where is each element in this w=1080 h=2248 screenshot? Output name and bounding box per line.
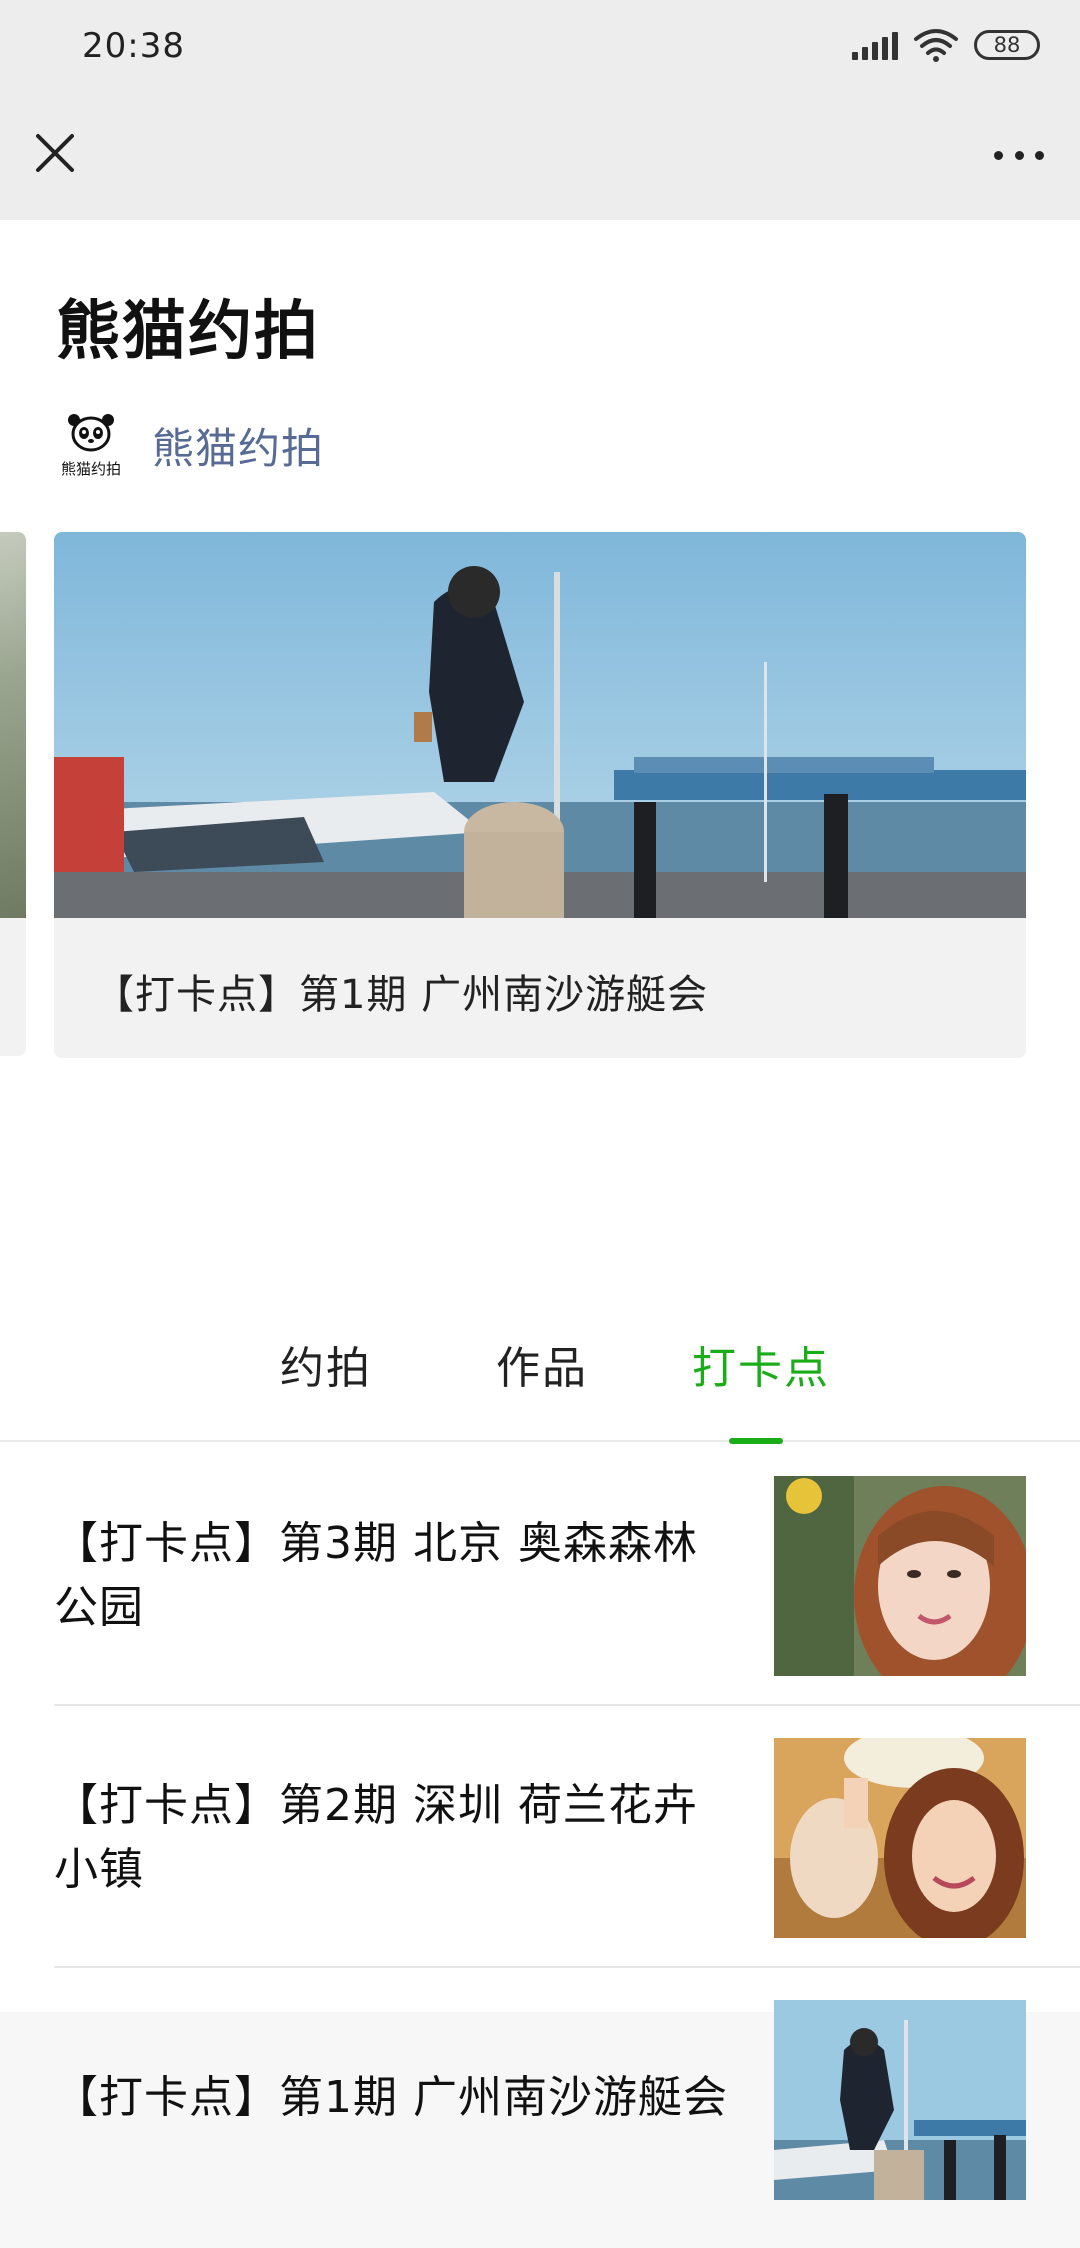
- list-item-thumbnail: [774, 1476, 1026, 1676]
- wifi-icon: [914, 29, 958, 62]
- status-time: 20:38: [82, 26, 185, 66]
- signal-icon: [852, 30, 898, 60]
- tab-bar: 约拍 作品 打卡点: [0, 1272, 1080, 1444]
- list-item-title: 【打卡点】第3期 北京 奥森森林公园: [54, 1518, 698, 1633]
- account-name: 熊猫约拍: [152, 423, 325, 473]
- tab-checkin-spots[interactable]: 打卡点: [692, 1332, 830, 1396]
- featured-card-caption: 【打卡点】第1期 广州南沙游艇会: [94, 972, 709, 1018]
- list-item-thumbnail: [774, 1738, 1026, 1938]
- tab-appointments[interactable]: 约拍: [280, 1332, 372, 1396]
- more-options-button[interactable]: [986, 130, 1052, 180]
- tab-works[interactable]: 作品: [496, 1332, 588, 1396]
- dot-icon: [994, 150, 1003, 160]
- dot-icon: [1035, 150, 1044, 160]
- list-item-thumbnail: [774, 2000, 1026, 2200]
- previous-card-image: [0, 532, 26, 918]
- account-row[interactable]: 熊猫约拍 熊猫约拍: [56, 410, 324, 480]
- featured-carousel[interactable]: 【打卡点】第1期 广州南沙游艇会: [0, 532, 1080, 1280]
- previous-card[interactable]: [0, 532, 26, 1056]
- featured-card-image: [54, 532, 1026, 918]
- list-item-title: 【打卡点】第2期 深圳 荷兰花卉小镇: [54, 1780, 698, 1895]
- list-item-title: 【打卡点】第1期 广州南沙游艇会: [54, 2072, 728, 2123]
- close-button[interactable]: [28, 126, 82, 180]
- account-avatar-caption: 熊猫约拍: [60, 460, 121, 478]
- page-title: 熊猫约拍: [56, 295, 320, 369]
- account-avatar: 熊猫约拍: [56, 410, 126, 480]
- dot-icon: [1014, 150, 1024, 160]
- status-icons: 88: [852, 28, 1040, 62]
- profile-content: 熊猫约拍 熊猫约拍 熊猫约拍 【打卡点】第1期 广州南沙游艇会 约拍 作品 打卡…: [0, 220, 1080, 2200]
- list-item[interactable]: 【打卡点】第3期 北京 奥森森林公园: [54, 1444, 1080, 1706]
- list-item[interactable]: 【打卡点】第2期 深圳 荷兰花卉小镇: [54, 1706, 1080, 1968]
- list-item[interactable]: 【打卡点】第1期 广州南沙游艇会: [54, 1968, 1080, 2230]
- featured-card[interactable]: 【打卡点】第1期 广州南沙游艇会: [54, 532, 1026, 1058]
- battery-icon: 88: [974, 30, 1040, 60]
- top-bar: 20:38 88: [0, 0, 1080, 220]
